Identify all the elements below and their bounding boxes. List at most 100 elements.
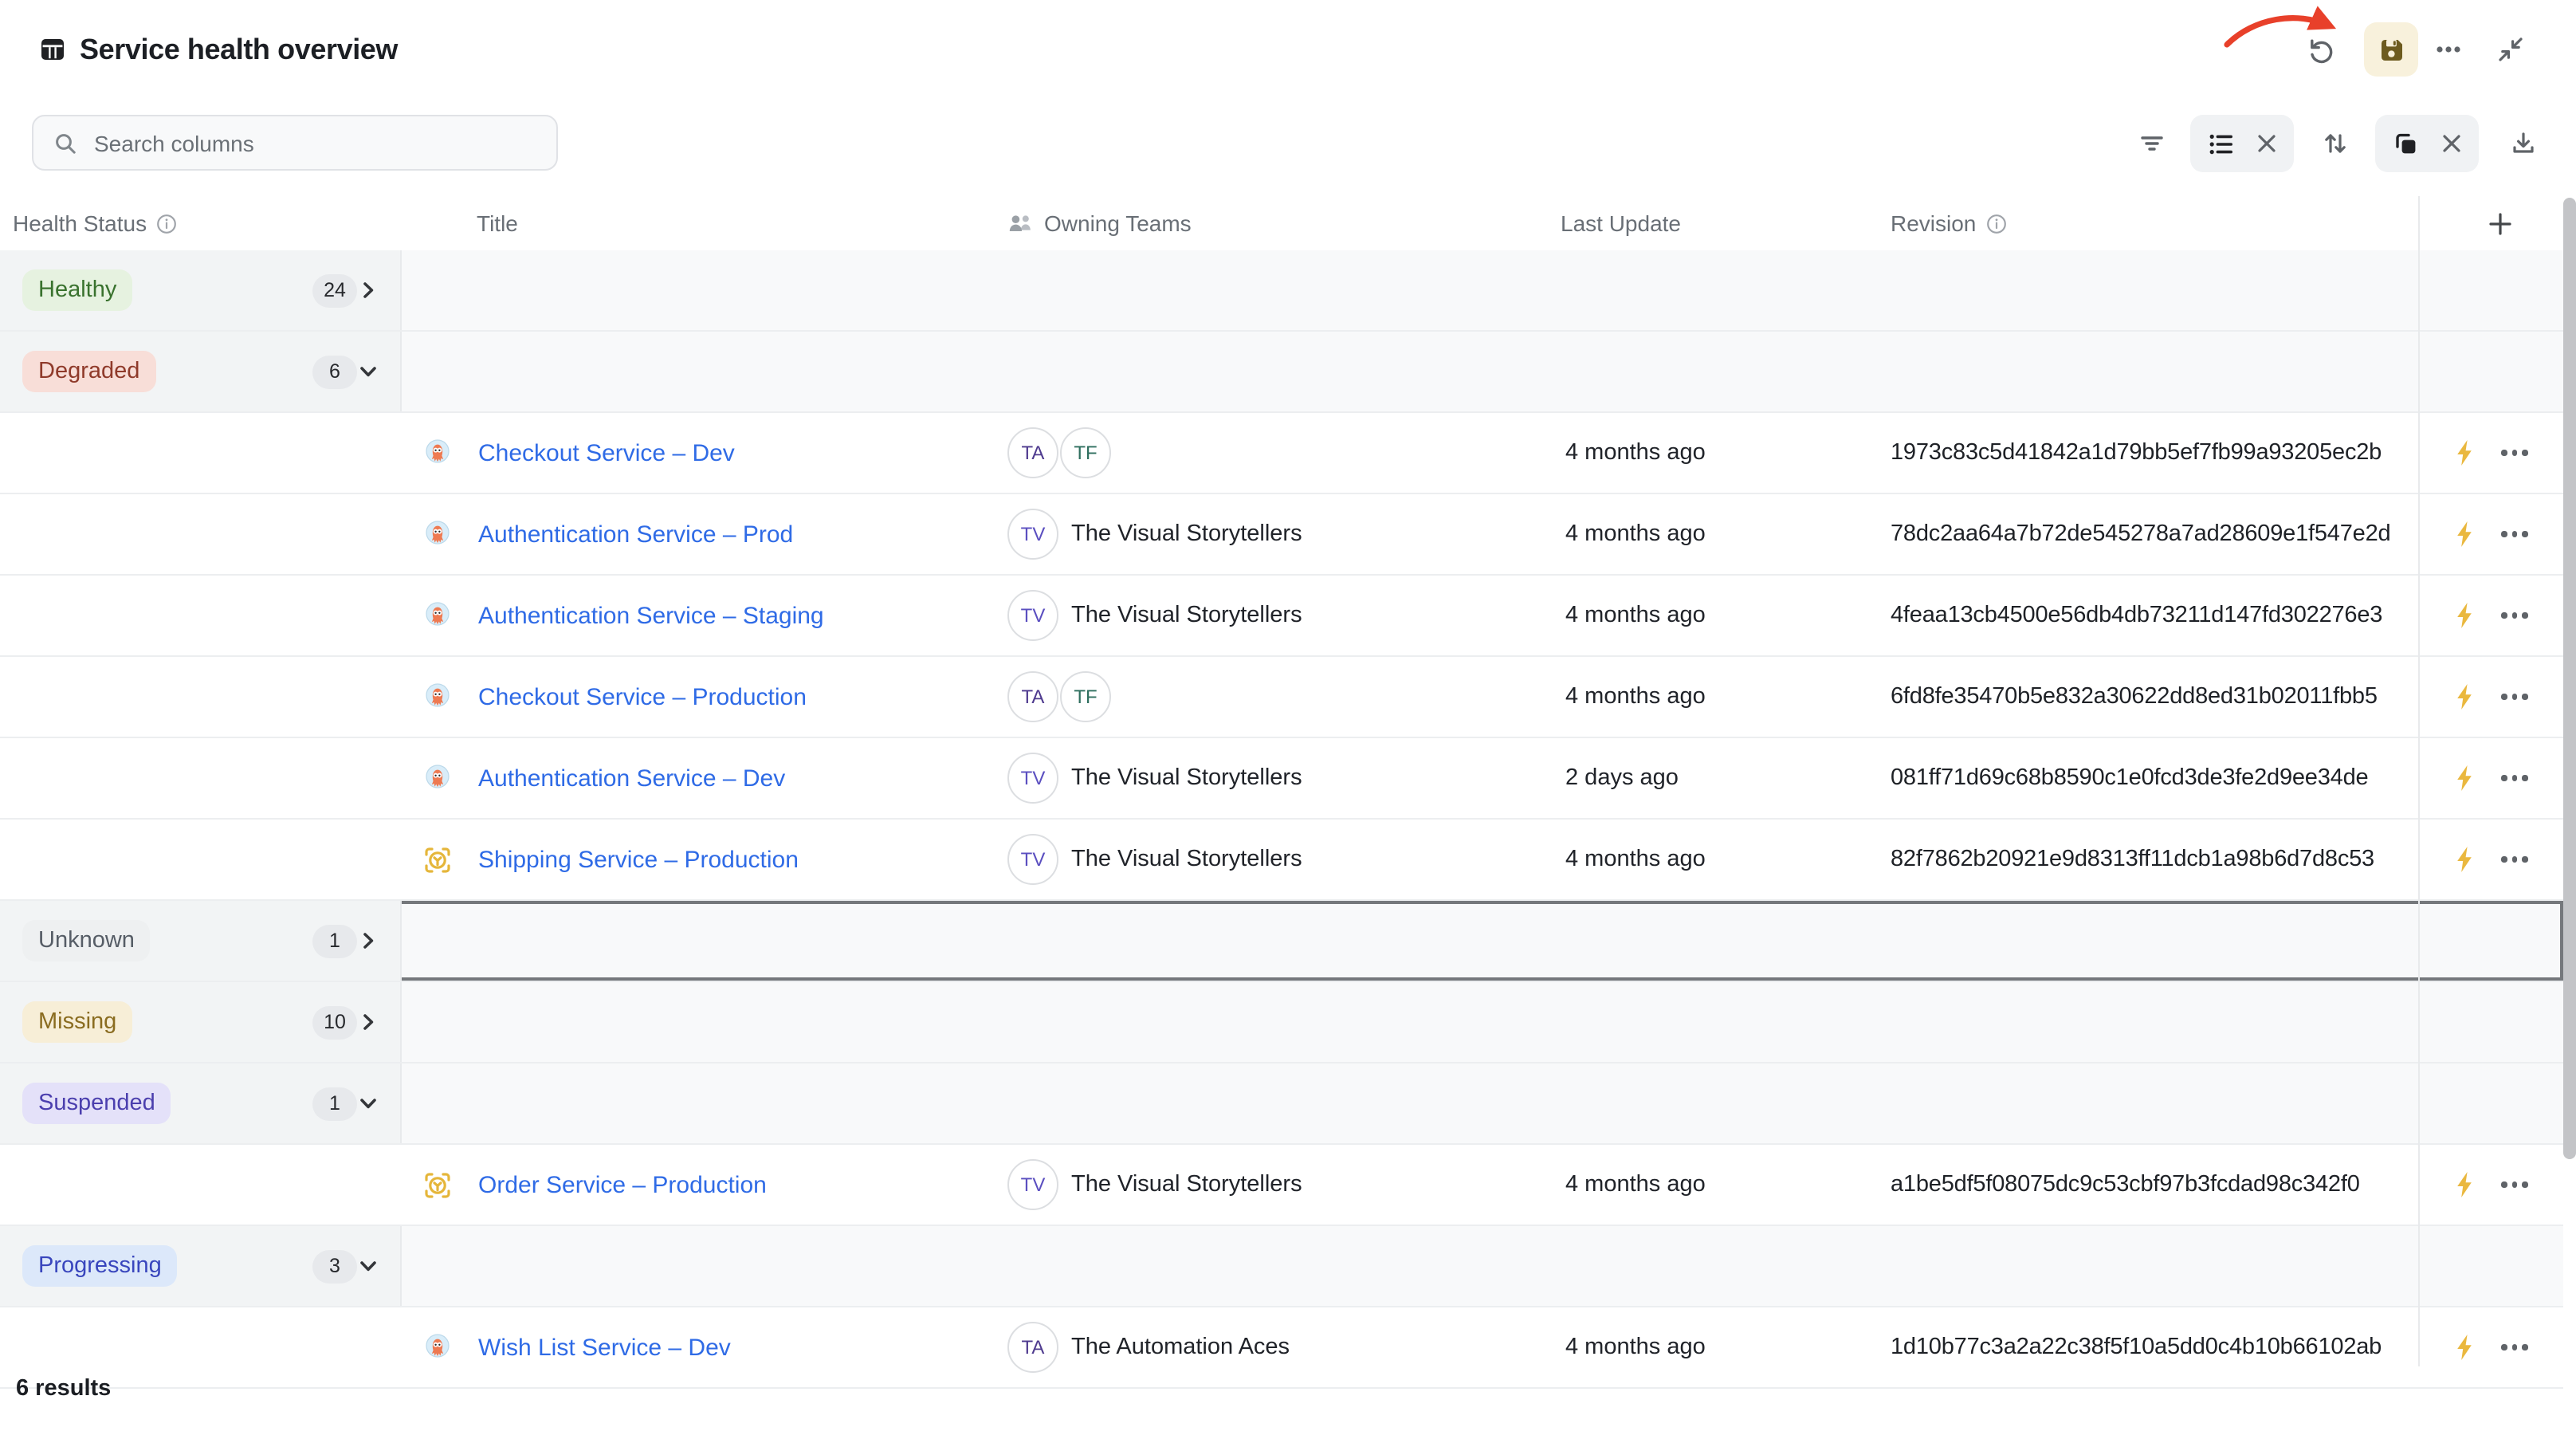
lightning-icon[interactable] [2454, 1170, 2478, 1199]
team-name: The Visual Storytellers [1071, 1172, 1302, 1197]
team-avatar: TV [1007, 1159, 1058, 1210]
row-menu-button[interactable] [2502, 688, 2527, 706]
status-badge: Progressing [22, 1245, 178, 1287]
table-row: Shipping Service – Production TV The Visua… [0, 820, 2563, 901]
revision-cell: 4feaa13cb4500e56db4db73211d147fd302276e3 [1825, 576, 2418, 655]
owning-teams-cell: TV The Visual Storytellers [999, 1145, 1498, 1225]
group-properties-button[interactable] [2391, 128, 2421, 159]
service-title-link[interactable]: Checkout Service – Production [478, 683, 807, 710]
table-toolbar [0, 99, 2576, 196]
column-header-revision: Revision [1891, 196, 2006, 250]
service-title-link[interactable]: Authentication Service – Staging [478, 602, 824, 629]
team-avatar: TV [1007, 834, 1058, 885]
chevron-right-icon[interactable] [359, 281, 378, 300]
revision-cell: a1be5df5f08075dc9c53cbf97b3fcdad98c342f0 [1825, 1145, 2418, 1225]
owning-teams-cell: TVThe Visual Storytellers [999, 738, 1498, 818]
service-title-link[interactable]: Checkout Service – Dev [478, 439, 735, 466]
title-bar: Service health overview [0, 0, 2576, 100]
group-count-badge: 6 [312, 355, 357, 388]
revision-cell: 081ff71d69c68b8590c1e0fcd3de3fe2d9ee34de [1825, 738, 2418, 818]
collapse-button[interactable] [2484, 22, 2538, 77]
row-menu-button[interactable] [2502, 851, 2527, 869]
group-row[interactable]: Unknown1 [0, 901, 2563, 982]
row-menu-button[interactable] [2502, 525, 2527, 544]
service-title-link[interactable]: Shipping Service – Production [478, 846, 799, 873]
sort-button[interactable] [2311, 115, 2359, 172]
team-name: The Automation Aces [1071, 1335, 1290, 1360]
add-column-button[interactable] [2472, 196, 2527, 250]
vertical-scrollbar-thumb[interactable] [2563, 198, 2576, 1159]
team-avatar: TA [1007, 1322, 1058, 1373]
lightning-icon[interactable] [2454, 438, 2478, 467]
group-row[interactable]: Suspended1 [0, 1063, 2563, 1145]
octopus-icon [422, 682, 453, 712]
chevron-right-icon[interactable] [359, 931, 378, 950]
filter-button[interactable] [2128, 115, 2176, 172]
last-update-cell: 4 months ago [1498, 1307, 1825, 1387]
download-button[interactable] [2499, 115, 2547, 172]
team-name: The Visual Storytellers [1071, 765, 1302, 791]
title-cell: Checkout Service – Production [400, 657, 999, 737]
group-count-badge: 1 [312, 1087, 357, 1120]
lightning-icon[interactable] [2454, 682, 2478, 711]
group-row[interactable]: Progressing 3 [0, 1226, 2563, 1307]
team-name: The Visual Storytellers [1071, 847, 1302, 872]
lightning-icon[interactable] [2454, 520, 2478, 548]
chevron-down-icon[interactable] [359, 1256, 378, 1276]
download-icon [2509, 129, 2538, 158]
clear-icon [2256, 132, 2278, 155]
chevron-right-icon[interactable] [359, 1012, 378, 1032]
save-button[interactable] [2364, 22, 2418, 77]
owning-teams-cell: TATF [999, 657, 1498, 737]
group-count-badge: 3 [312, 1249, 357, 1283]
group-row[interactable]: Degraded6 [0, 332, 2563, 413]
clear-icon [2441, 132, 2463, 155]
microservice-icon [422, 1170, 453, 1200]
revision-cell: 78dc2aa64a7b72de545278a7ad28609e1f547e2d [1825, 494, 2418, 574]
save-icon [2376, 34, 2406, 65]
row-menu-button[interactable] [2502, 1176, 2527, 1194]
row-menu-button[interactable] [2502, 1339, 2527, 1357]
health-status-cell: Suspended1 [0, 1063, 400, 1143]
status-badge: Healthy [22, 269, 132, 311]
group-properties-icon [2391, 128, 2421, 159]
clear-properties-button[interactable] [2441, 132, 2463, 155]
clear-group-by-button[interactable] [2256, 132, 2278, 155]
search-input[interactable] [91, 128, 528, 157]
row-menu-button[interactable] [2502, 444, 2527, 462]
lightning-icon[interactable] [2454, 845, 2478, 874]
team-avatar: TF [1060, 671, 1111, 722]
group-row[interactable]: Missing10 [0, 982, 2563, 1063]
team-name: The Visual Storytellers [1071, 603, 1302, 628]
row-menu-button[interactable] [2502, 607, 2527, 625]
chevron-down-icon[interactable] [359, 1094, 378, 1113]
undo-button[interactable] [2294, 22, 2348, 77]
lightning-icon[interactable] [2454, 601, 2478, 630]
page-title: Service health overview [80, 33, 398, 67]
service-title-link[interactable]: Authentication Service – Prod [478, 521, 793, 548]
row-menu-button[interactable] [2502, 769, 2527, 788]
chevron-down-icon[interactable] [359, 362, 378, 381]
table-row: Authentication Service – ProdTVThe Visua… [0, 494, 2563, 576]
health-status-cell: Progressing 3 [0, 1226, 400, 1306]
team-avatar: TF [1060, 427, 1111, 478]
table-row: Checkout Service – ProductionTATF4 month… [0, 657, 2563, 738]
row-actions-cell [2418, 820, 2563, 899]
group-row[interactable]: Healthy24 [0, 250, 2563, 332]
service-title-link[interactable]: Order Service – Production [478, 1171, 767, 1198]
service-title-link[interactable]: Authentication Service – Dev [478, 765, 785, 792]
owning-teams-cell: TVThe Visual Storytellers [999, 576, 1498, 655]
lightning-icon[interactable] [2454, 1333, 2478, 1362]
lightning-icon[interactable] [2454, 764, 2478, 792]
octopus-icon [422, 763, 453, 793]
title-cell: Authentication Service – Staging [400, 576, 999, 655]
octopus-icon [422, 1332, 453, 1362]
column-header-health-status: Health Status [13, 196, 177, 250]
list-view-button[interactable] [2206, 128, 2236, 159]
service-title-link[interactable]: Wish List Service – Dev [478, 1334, 731, 1361]
more-options-button[interactable] [2421, 22, 2476, 77]
last-update-cell: 4 months ago [1498, 1145, 1825, 1225]
search-box[interactable] [32, 115, 558, 171]
title-cell: Shipping Service – Production [400, 820, 999, 899]
row-actions-cell [2418, 413, 2563, 493]
